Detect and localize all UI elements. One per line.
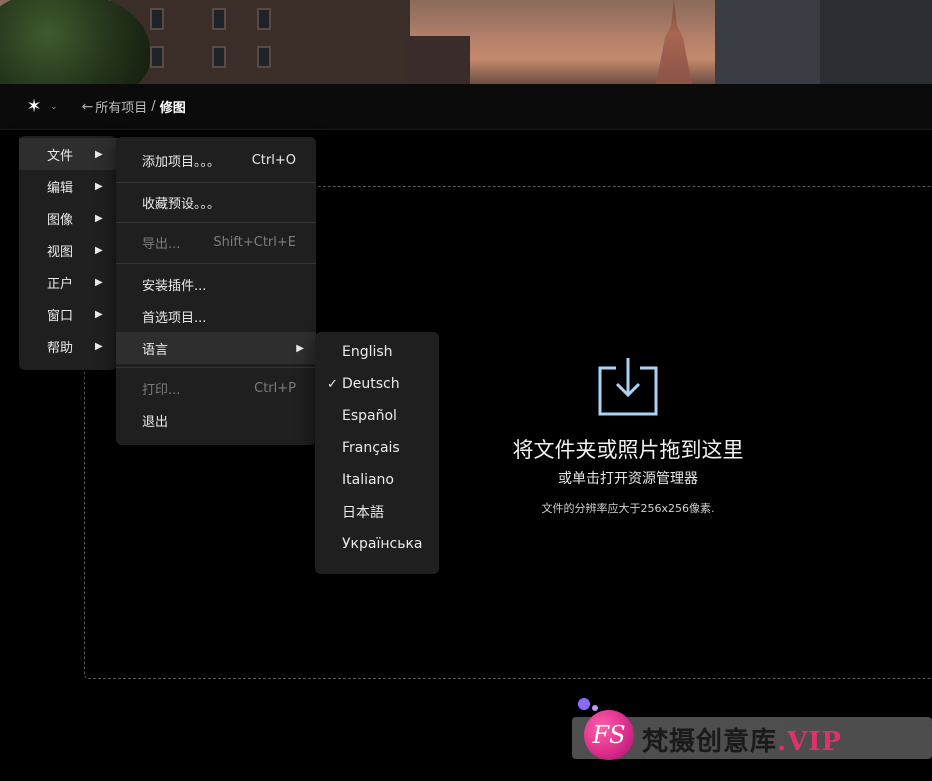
drop-title: 将文件夹或照片拖到这里 [512, 438, 744, 462]
language-label: Italiano [342, 472, 394, 488]
checkmark-icon: ✓ [327, 376, 338, 392]
menu-divider [116, 367, 316, 368]
menu-item-label: 导出... [142, 236, 181, 252]
menu-item-label: 退出 [142, 414, 169, 430]
menu-item-label: 首选项目... [142, 310, 207, 326]
language-option-ukrainian[interactable]: Українська [315, 528, 439, 560]
language-label: Español [342, 408, 397, 424]
language-label: Deutsch [342, 376, 400, 392]
menu-item-edit[interactable]: 编辑 ▶ [19, 170, 117, 202]
watermark-brand: 梵摄创意库 [642, 727, 778, 757]
menu-item-label: 安装插件... [142, 278, 207, 294]
menu-item-favorite-presets[interactable]: 收藏预设。。。 [116, 186, 316, 218]
language-option-espanol[interactable]: Español [315, 400, 439, 432]
submenu-arrow-icon: ▶ [95, 148, 103, 160]
submenu-arrow-icon: ▶ [95, 308, 103, 320]
breadcrumb-current: 修图 [159, 101, 186, 116]
language-label: Українська [342, 536, 423, 552]
language-submenu: English ✓ Deutsch Español Français Italia… [315, 332, 439, 574]
menu-item-help[interactable]: 帮助 ▶ [19, 330, 117, 362]
menu-item-file[interactable]: 文件 ▶ [19, 138, 118, 170]
building-middle [405, 36, 470, 84]
language-option-francais[interactable]: Français [315, 432, 439, 464]
tree [0, 0, 150, 84]
menu-item-install-plugins[interactable]: 安装插件... [116, 268, 316, 300]
building-window [257, 46, 271, 68]
watermark-text: 梵摄创意库.VIP [642, 721, 842, 758]
file-submenu: 添加项目。。。 Ctrl+O 收藏预设。。。 导出... Shift+Ctrl+… [116, 137, 316, 445]
submenu-arrow-icon: ▶ [95, 276, 103, 288]
breadcrumb-separator: / [151, 99, 156, 114]
menu-item-view[interactable]: 视图 ▶ [19, 234, 117, 266]
app-menu-chevron-icon[interactable]: ⌄ [50, 102, 58, 112]
language-label: Français [342, 440, 400, 456]
language-option-japanese[interactable]: 日本語 [315, 496, 439, 528]
building-spire [656, 0, 692, 84]
menu-item-account[interactable]: 正户 ▶ [19, 266, 117, 298]
app-logo-icon[interactable]: ✶ [24, 96, 44, 117]
watermark-dot [592, 705, 598, 711]
resolution-note: 文件的分辨率应大于256x256像素. [541, 502, 715, 515]
menu-item-label: 文件 [47, 148, 74, 164]
building-window [257, 8, 271, 30]
menu-item-label: 语言 [142, 342, 169, 358]
main-menu: 文件 ▶ 编辑 ▶ 图像 ▶ 视图 ▶ 正户 ▶ 窗口 ▶ 帮助 ▶ [19, 136, 118, 370]
watermark-logo: FS [584, 710, 634, 760]
back-arrow-icon[interactable]: ← [82, 99, 94, 115]
language-option-italiano[interactable]: Italiano [315, 464, 439, 496]
building-window [212, 46, 226, 68]
menu-divider [116, 182, 316, 183]
menu-item-print[interactable]: 打印... Ctrl+P [116, 372, 316, 404]
watermark-suffix: .VIP [777, 727, 842, 757]
language-label: 日本語 [342, 505, 384, 521]
background-photo [0, 0, 932, 84]
language-option-deutsch[interactable]: ✓ Deutsch [315, 368, 439, 400]
submenu-arrow-icon: ▶ [296, 342, 304, 354]
language-label: English [342, 344, 393, 360]
menu-item-label: 添加项目。。。 [142, 154, 221, 170]
building-far-right [820, 0, 932, 84]
shortcut-label: Shift+Ctrl+E [213, 234, 296, 250]
menu-item-label: 图像 [47, 212, 74, 228]
import-icon [598, 358, 658, 416]
breadcrumb-all-projects[interactable]: 所有项目 [95, 97, 147, 116]
language-option-english[interactable]: English [315, 336, 439, 368]
menu-item-add-project[interactable]: 添加项目。。。 Ctrl+O [116, 144, 316, 176]
open-explorer-link[interactable]: 或单击打开资源管理器 [448, 468, 808, 488]
watermark-dot [578, 698, 590, 710]
watermark-logo-text: FS [592, 721, 626, 749]
menu-item-label: 视图 [47, 244, 74, 260]
shortcut-label: Ctrl+P [254, 380, 296, 396]
submenu-arrow-icon: ▶ [95, 340, 103, 352]
menu-item-preferences[interactable]: 首选项目... [116, 300, 316, 332]
shortcut-label: Ctrl+O [251, 152, 296, 168]
submenu-arrow-icon: ▶ [95, 244, 103, 256]
top-bar: ✶ ⌄ ← 所有项目 / 修图 [0, 84, 932, 130]
menu-item-image[interactable]: 图像 ▶ [19, 202, 117, 234]
building-window [212, 8, 226, 30]
menu-item-label: 帮助 [47, 340, 74, 356]
submenu-arrow-icon: ▶ [95, 180, 103, 192]
menu-item-label: 正户 [47, 276, 74, 292]
menu-item-export[interactable]: 导出... Shift+Ctrl+E [116, 226, 316, 258]
menu-item-label: 编辑 [47, 180, 74, 196]
menu-item-exit[interactable]: 退出 [116, 404, 316, 436]
menu-item-language[interactable]: 语言 ▶ [116, 332, 316, 364]
building-window [150, 46, 164, 68]
menu-item-label: 窗口 [47, 308, 74, 324]
menu-item-label: 收藏预设。。。 [142, 196, 221, 212]
menu-divider [116, 263, 316, 264]
building-window [150, 8, 164, 30]
menu-divider [116, 222, 316, 223]
menu-item-label: 打印... [142, 382, 181, 398]
submenu-arrow-icon: ▶ [95, 212, 103, 224]
menu-item-window[interactable]: 窗口 ▶ [19, 298, 117, 330]
